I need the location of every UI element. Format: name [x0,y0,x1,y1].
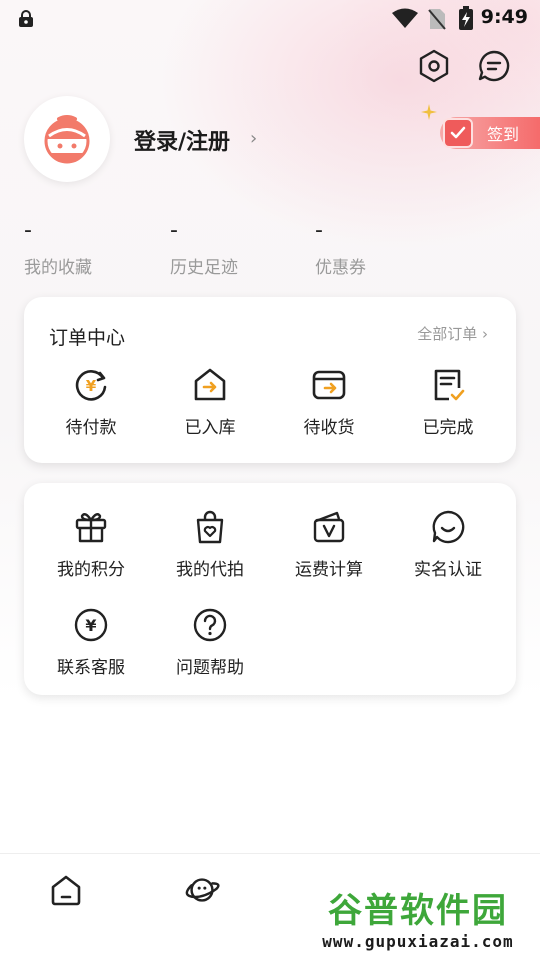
pay-icon: ¥ [71,365,111,405]
service-points-label: 我的积分 [57,560,125,580]
receive-icon [309,365,349,405]
service-shipping-calc-label: 运费计算 [295,560,363,580]
service-proxy-bidding-label: 我的代拍 [176,560,244,580]
all-orders-link[interactable]: 全部订单 › [417,323,488,344]
planet-icon [185,878,220,902]
tab-discover[interactable] [184,872,220,908]
login-chevron-icon: › [250,128,258,149]
service-help-label: 问题帮助 [176,658,244,678]
lock-icon [19,10,33,27]
stat-history-value: - [170,218,178,243]
avatar[interactable] [24,96,110,182]
watermark: 谷普软件园 www.gupuxiazai.com [296,874,540,960]
battery-charging-icon [459,6,473,30]
login-register-link[interactable]: 登录/注册 [134,124,230,156]
help-icon [190,605,230,645]
order-completed[interactable]: 已完成 [389,365,507,438]
checkin-calendar-icon [443,118,473,148]
settings-hex-icon [419,49,449,83]
service-customer-support[interactable]: ¥ 联系客服 [32,605,150,678]
no-sim-icon [428,9,446,30]
order-pending-payment-label: 待付款 [65,418,117,438]
service-proxy-bidding[interactable]: 我的代拍 [151,507,269,580]
status-time: 9:49 [480,6,528,28]
message-button[interactable] [476,48,512,84]
svg-text:¥: ¥ [86,377,97,395]
stat-coupons-label: 优惠券 [315,258,366,278]
order-center-title: 订单中心 [49,327,126,349]
order-pending-receipt[interactable]: 待收货 [270,365,388,438]
service-real-name-label: 实名认证 [414,560,482,580]
wifi-icon [392,8,418,28]
watermark-title: 谷普软件园 [328,891,508,931]
smile-chat-icon [428,507,468,547]
service-customer-support-label: 联系客服 [57,658,125,678]
checkin-button[interactable]: 签到 [440,117,540,149]
bag-heart-icon [190,507,230,547]
checkin-label: 签到 [487,125,520,144]
stat-history-label: 历史足迹 [170,258,238,278]
tab-home[interactable] [48,872,84,908]
order-center-card: 订单中心 全部订单 › ¥ 待付款 已入库 待收货 已完成 [24,297,516,463]
stat-coupons-value: - [315,218,323,243]
completed-icon [428,365,468,405]
service-real-name[interactable]: 实名认证 [389,507,507,580]
order-pending-receipt-label: 待收货 [303,418,355,438]
home-icon [51,875,81,906]
order-pending-payment[interactable]: ¥ 待付款 [32,365,150,438]
order-completed-label: 已完成 [422,418,474,438]
svg-text:¥: ¥ [85,616,96,635]
stat-favorites-label: 我的收藏 [24,258,92,278]
order-in-warehouse[interactable]: 已入库 [151,365,269,438]
stat-coupons[interactable]: - 优惠券 [315,218,366,278]
status-bar: 9:49 [0,0,540,36]
wallet-v-icon [309,507,349,547]
warehouse-icon [190,365,230,405]
sparkle-icon [421,104,437,120]
service-help[interactable]: 问题帮助 [151,605,269,678]
service-points[interactable]: 我的积分 [32,507,150,580]
yen-circle-icon: ¥ [71,605,111,645]
settings-button[interactable] [416,48,452,84]
stat-favorites[interactable]: - 我的收藏 [24,218,92,278]
order-in-warehouse-label: 已入库 [184,418,236,438]
stat-history[interactable]: - 历史足迹 [170,218,238,278]
avatar-face-icon [44,115,90,164]
stat-favorites-value: - [24,218,32,243]
gift-icon [71,507,111,547]
service-shipping-calc[interactable]: 运费计算 [270,507,388,580]
services-card: 我的积分 我的代拍 运费计算 实名认证 ¥ 联系客服 问题帮助 [24,483,516,695]
message-icon [478,50,510,82]
watermark-url: www.gupuxiazai.com [322,932,514,951]
